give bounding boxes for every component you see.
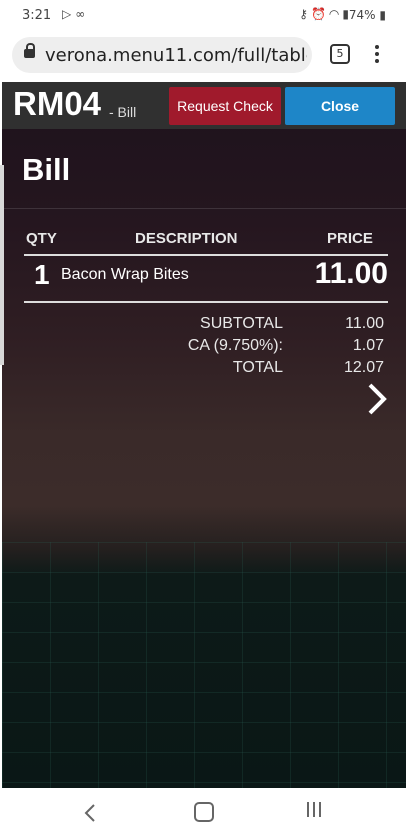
close-button[interactable]: Close — [285, 87, 395, 125]
tab-switcher-button[interactable]: 5 — [330, 44, 350, 64]
tax-value: 1.07 — [352, 337, 384, 354]
background-grid — [2, 542, 406, 788]
request-check-button[interactable]: Request Check — [169, 87, 281, 125]
web-page: RM04 - Bill Request Check Close Bill QTY… — [2, 82, 406, 788]
tax-label: CA (9.750%): — [187, 337, 283, 354]
column-header-price: PRICE — [327, 230, 373, 247]
subtotal-label: SUBTOTAL — [200, 315, 283, 332]
recent-apps-icon[interactable] — [307, 802, 327, 822]
key-icon: ⚷ — [299, 7, 311, 21]
infinity-icon: ∞ — [75, 7, 90, 21]
play-store-icon: ▷ — [62, 7, 76, 21]
table-header-divider — [24, 254, 388, 256]
battery-icon: ▮ — [379, 8, 386, 22]
status-time: 3:21 — [22, 8, 52, 23]
item-qty: 1 — [34, 259, 50, 290]
divider — [2, 208, 406, 209]
column-header-description: DESCRIPTION — [135, 230, 238, 247]
overflow-menu-icon[interactable] — [372, 43, 382, 67]
address-bar[interactable]: verona.menu11.com/full/table?x= — [12, 37, 312, 73]
battery-level: 74% ▮ — [349, 8, 386, 22]
header-subtitle: - Bill — [109, 104, 137, 120]
home-icon[interactable] — [194, 802, 214, 822]
url-text[interactable]: verona.menu11.com/full/table?x= — [45, 45, 307, 66]
items-divider — [24, 301, 388, 303]
status-right-icons: ⚷⏰◠▮ — [299, 7, 352, 21]
item-price: 11.00 — [314, 257, 388, 290]
status-bar: 3:21 ▷∞ ⚷⏰◠▮ 74% ▮ — [0, 0, 410, 32]
table-code: RM04 — [13, 85, 102, 122]
total-label: TOTAL — [232, 359, 283, 376]
item-description: Bacon Wrap Bites — [61, 266, 189, 283]
wifi-icon: ◠ — [328, 7, 343, 21]
total-value: 12.07 — [343, 359, 384, 376]
side-drawer-handle[interactable] — [0, 165, 4, 365]
status-left-icons: ▷∞ — [62, 7, 89, 21]
browser-toolbar: verona.menu11.com/full/table?x= 5 — [0, 32, 410, 80]
android-navbar — [0, 788, 410, 840]
battery-percent: 74% — [348, 8, 376, 22]
lock-icon — [24, 43, 35, 60]
bill-title: Bill — [22, 152, 71, 187]
subtotal-value: 11.00 — [345, 315, 384, 332]
column-header-qty: QTY — [26, 230, 57, 247]
chevron-right-icon[interactable] — [366, 382, 388, 416]
back-icon[interactable] — [82, 802, 100, 824]
alarm-icon: ⏰ — [310, 7, 329, 21]
page-header: RM04 - Bill Request Check Close — [2, 82, 406, 129]
